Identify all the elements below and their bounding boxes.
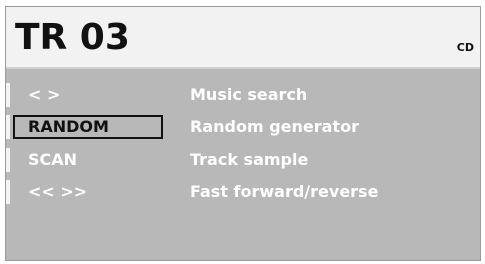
menu-key: SCAN xyxy=(28,150,78,169)
menu-description: Fast forward/reverse xyxy=(190,182,379,201)
menu-description: Track sample xyxy=(190,150,309,169)
row-marker xyxy=(6,115,10,139)
row-marker xyxy=(6,83,10,107)
row-marker xyxy=(6,180,10,204)
menu-key: << >> xyxy=(28,182,88,201)
source-indicator: CD xyxy=(456,41,474,54)
menu-item-fast-forward-reverse[interactable]: << >> Fast forward/reverse xyxy=(6,179,480,205)
menu-item-scan[interactable]: SCAN Track sample xyxy=(6,147,480,173)
menu-key: < > xyxy=(28,85,61,104)
menu-key-selected: RANDOM xyxy=(13,115,163,139)
menu-item-random[interactable]: RANDOM Random generator xyxy=(6,114,480,140)
menu-description: Random generator xyxy=(190,117,359,136)
track-number: TR 03 xyxy=(15,17,130,58)
menu-description: Music search xyxy=(190,85,308,104)
cd-display-screen: TR 03 CD < > Music search RANDOM Random … xyxy=(5,6,481,261)
display-header: TR 03 CD xyxy=(6,7,480,69)
row-marker xyxy=(6,148,10,172)
menu-item-music-search[interactable]: < > Music search xyxy=(6,82,480,108)
